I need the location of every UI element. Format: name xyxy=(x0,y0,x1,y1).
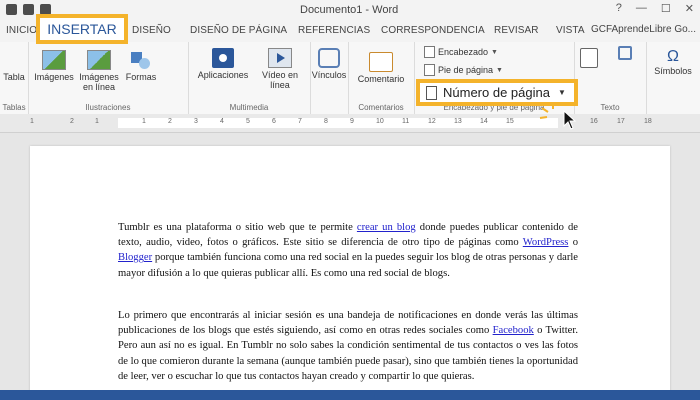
video-button[interactable]: Vídeo en línea xyxy=(260,48,300,90)
ruler-tick: 18 xyxy=(644,118,652,125)
picture-icon xyxy=(42,50,66,70)
ruler-tick: 8 xyxy=(324,118,328,125)
horizontal-ruler[interactable]: 1 2 1 1 2 3 4 5 6 7 8 9 10 11 12 13 14 1… xyxy=(0,114,700,133)
group-label: Tablas xyxy=(2,103,26,112)
ruler-tick: 7 xyxy=(298,118,302,125)
link-crear-blog[interactable]: crear un blog xyxy=(357,222,416,233)
group-tablas: Tabla Tablas xyxy=(0,42,29,114)
ruler-tick: 17 xyxy=(617,118,625,125)
group-label: Ilustraciones xyxy=(85,103,131,112)
paragraph-1[interactable]: Tumblr es una plataforma o sitio web que… xyxy=(118,220,578,281)
simbolos-button[interactable]: Ω Símbolos xyxy=(648,48,698,76)
header-icon xyxy=(424,46,435,58)
video-icon xyxy=(268,48,292,68)
tab-insertar[interactable]: INSERTAR xyxy=(36,14,128,44)
user-account[interactable]: GCFAprendeLibre Go... xyxy=(591,24,696,35)
chevron-down-icon: ▼ xyxy=(496,66,503,74)
quick-parts-button[interactable] xyxy=(614,46,636,62)
link-wordpress[interactable]: WordPress xyxy=(523,237,569,248)
close-icon[interactable]: ✕ xyxy=(685,2,694,15)
encabezado-button[interactable]: Encabezado ▼ xyxy=(424,46,498,58)
ruler-tick: 14 xyxy=(480,118,488,125)
pie-pagina-button[interactable]: Pie de página ▼ xyxy=(424,64,503,76)
ruler-tick: 2 xyxy=(168,118,172,125)
chevron-down-icon: ▼ xyxy=(491,48,498,56)
ruler-tick: 10 xyxy=(376,118,384,125)
page-number-icon xyxy=(426,85,437,100)
group-ilustraciones: Imágenes Imágenes en línea Formas Ilustr… xyxy=(28,42,189,114)
tab-diseno-pagina[interactable]: DISEÑO DE PÁGINA xyxy=(190,25,287,36)
link-blogger[interactable]: Blogger xyxy=(118,252,152,263)
ruler-tick: 1 xyxy=(95,118,99,125)
formas-button[interactable]: Formas xyxy=(124,50,158,82)
ruler-tick: 16 xyxy=(590,118,598,125)
ruler-tick: 6 xyxy=(272,118,276,125)
undo-icon[interactable] xyxy=(23,4,34,15)
document-page[interactable]: Tumblr es una plataforma o sitio web que… xyxy=(30,146,670,400)
tab-revisar[interactable]: REVISAR xyxy=(494,25,539,36)
group-comentarios: Comentario Comentarios xyxy=(348,42,415,114)
textbox-button[interactable] xyxy=(578,48,600,70)
tab-correspondencia[interactable]: CORRESPONDENCIA xyxy=(381,25,485,36)
ruler-text-area xyxy=(118,118,558,128)
group-texto: Texto xyxy=(574,42,647,114)
maximize-icon[interactable]: ☐ xyxy=(661,2,671,15)
aplicaciones-button[interactable]: Aplicaciones xyxy=(192,48,254,80)
textbox-icon xyxy=(580,48,598,68)
link-facebook[interactable]: Facebook xyxy=(493,325,534,336)
omega-icon: Ω xyxy=(667,48,679,65)
chevron-down-icon: ▼ xyxy=(557,88,566,97)
group-label: Comentarios xyxy=(358,103,404,112)
ruler-tick: 5 xyxy=(246,118,250,125)
status-bar xyxy=(0,390,700,400)
footer-icon xyxy=(424,64,435,76)
ruler-tick: 4 xyxy=(220,118,224,125)
tab-vista[interactable]: VISTA xyxy=(556,25,585,36)
ruler-tick: 11 xyxy=(402,118,410,125)
comentario-button[interactable]: Comentario xyxy=(352,52,410,84)
paragraph-2[interactable]: Lo primero que encontrarás al iniciar se… xyxy=(118,308,578,384)
comment-icon xyxy=(369,52,393,72)
tab-inicio[interactable]: INICIO xyxy=(6,25,37,36)
ruler-tick: 2 xyxy=(70,118,74,125)
tab-referencias[interactable]: REFERENCIAS xyxy=(298,25,370,36)
window-controls: ? — ☐ ✕ xyxy=(616,2,694,15)
window-title: Documento1 - Word xyxy=(300,4,399,16)
ruler-tick: 15 xyxy=(506,118,514,125)
ruler-tick: 9 xyxy=(350,118,354,125)
imagenes-linea-button[interactable]: Imágenes en línea xyxy=(76,50,122,92)
group-label: Texto xyxy=(600,103,620,112)
online-picture-icon xyxy=(87,50,111,70)
minimize-icon[interactable]: — xyxy=(636,2,647,15)
mouse-cursor-icon xyxy=(563,110,577,130)
ruler-tick: 1 xyxy=(30,118,34,125)
group-multimedia: Aplicaciones Vídeo en línea Multimedia xyxy=(188,42,311,114)
vinculos-button[interactable]: Vínculos xyxy=(310,48,348,80)
quick-parts-icon xyxy=(618,46,632,60)
ruler-tick: 3 xyxy=(194,118,198,125)
shapes-icon xyxy=(131,50,151,70)
group-label: Multimedia xyxy=(229,103,269,112)
group-simbolos: Ω Símbolos xyxy=(646,42,700,114)
ribbon: Tabla Tablas Imágenes Imágenes en línea … xyxy=(0,42,700,115)
ruler-tick: 12 xyxy=(428,118,436,125)
imagenes-button[interactable]: Imágenes xyxy=(34,50,74,82)
store-icon xyxy=(212,48,234,68)
ruler-tick: 1 xyxy=(142,118,146,125)
save-icon[interactable] xyxy=(6,4,17,15)
tab-diseno[interactable]: DISEÑO xyxy=(132,25,171,36)
link-icon xyxy=(318,48,340,68)
tabla-button[interactable]: Tabla xyxy=(2,72,26,82)
help-icon[interactable]: ? xyxy=(616,2,622,15)
group-vinculos: Vínculos xyxy=(310,42,349,114)
ruler-tick: 13 xyxy=(454,118,462,125)
